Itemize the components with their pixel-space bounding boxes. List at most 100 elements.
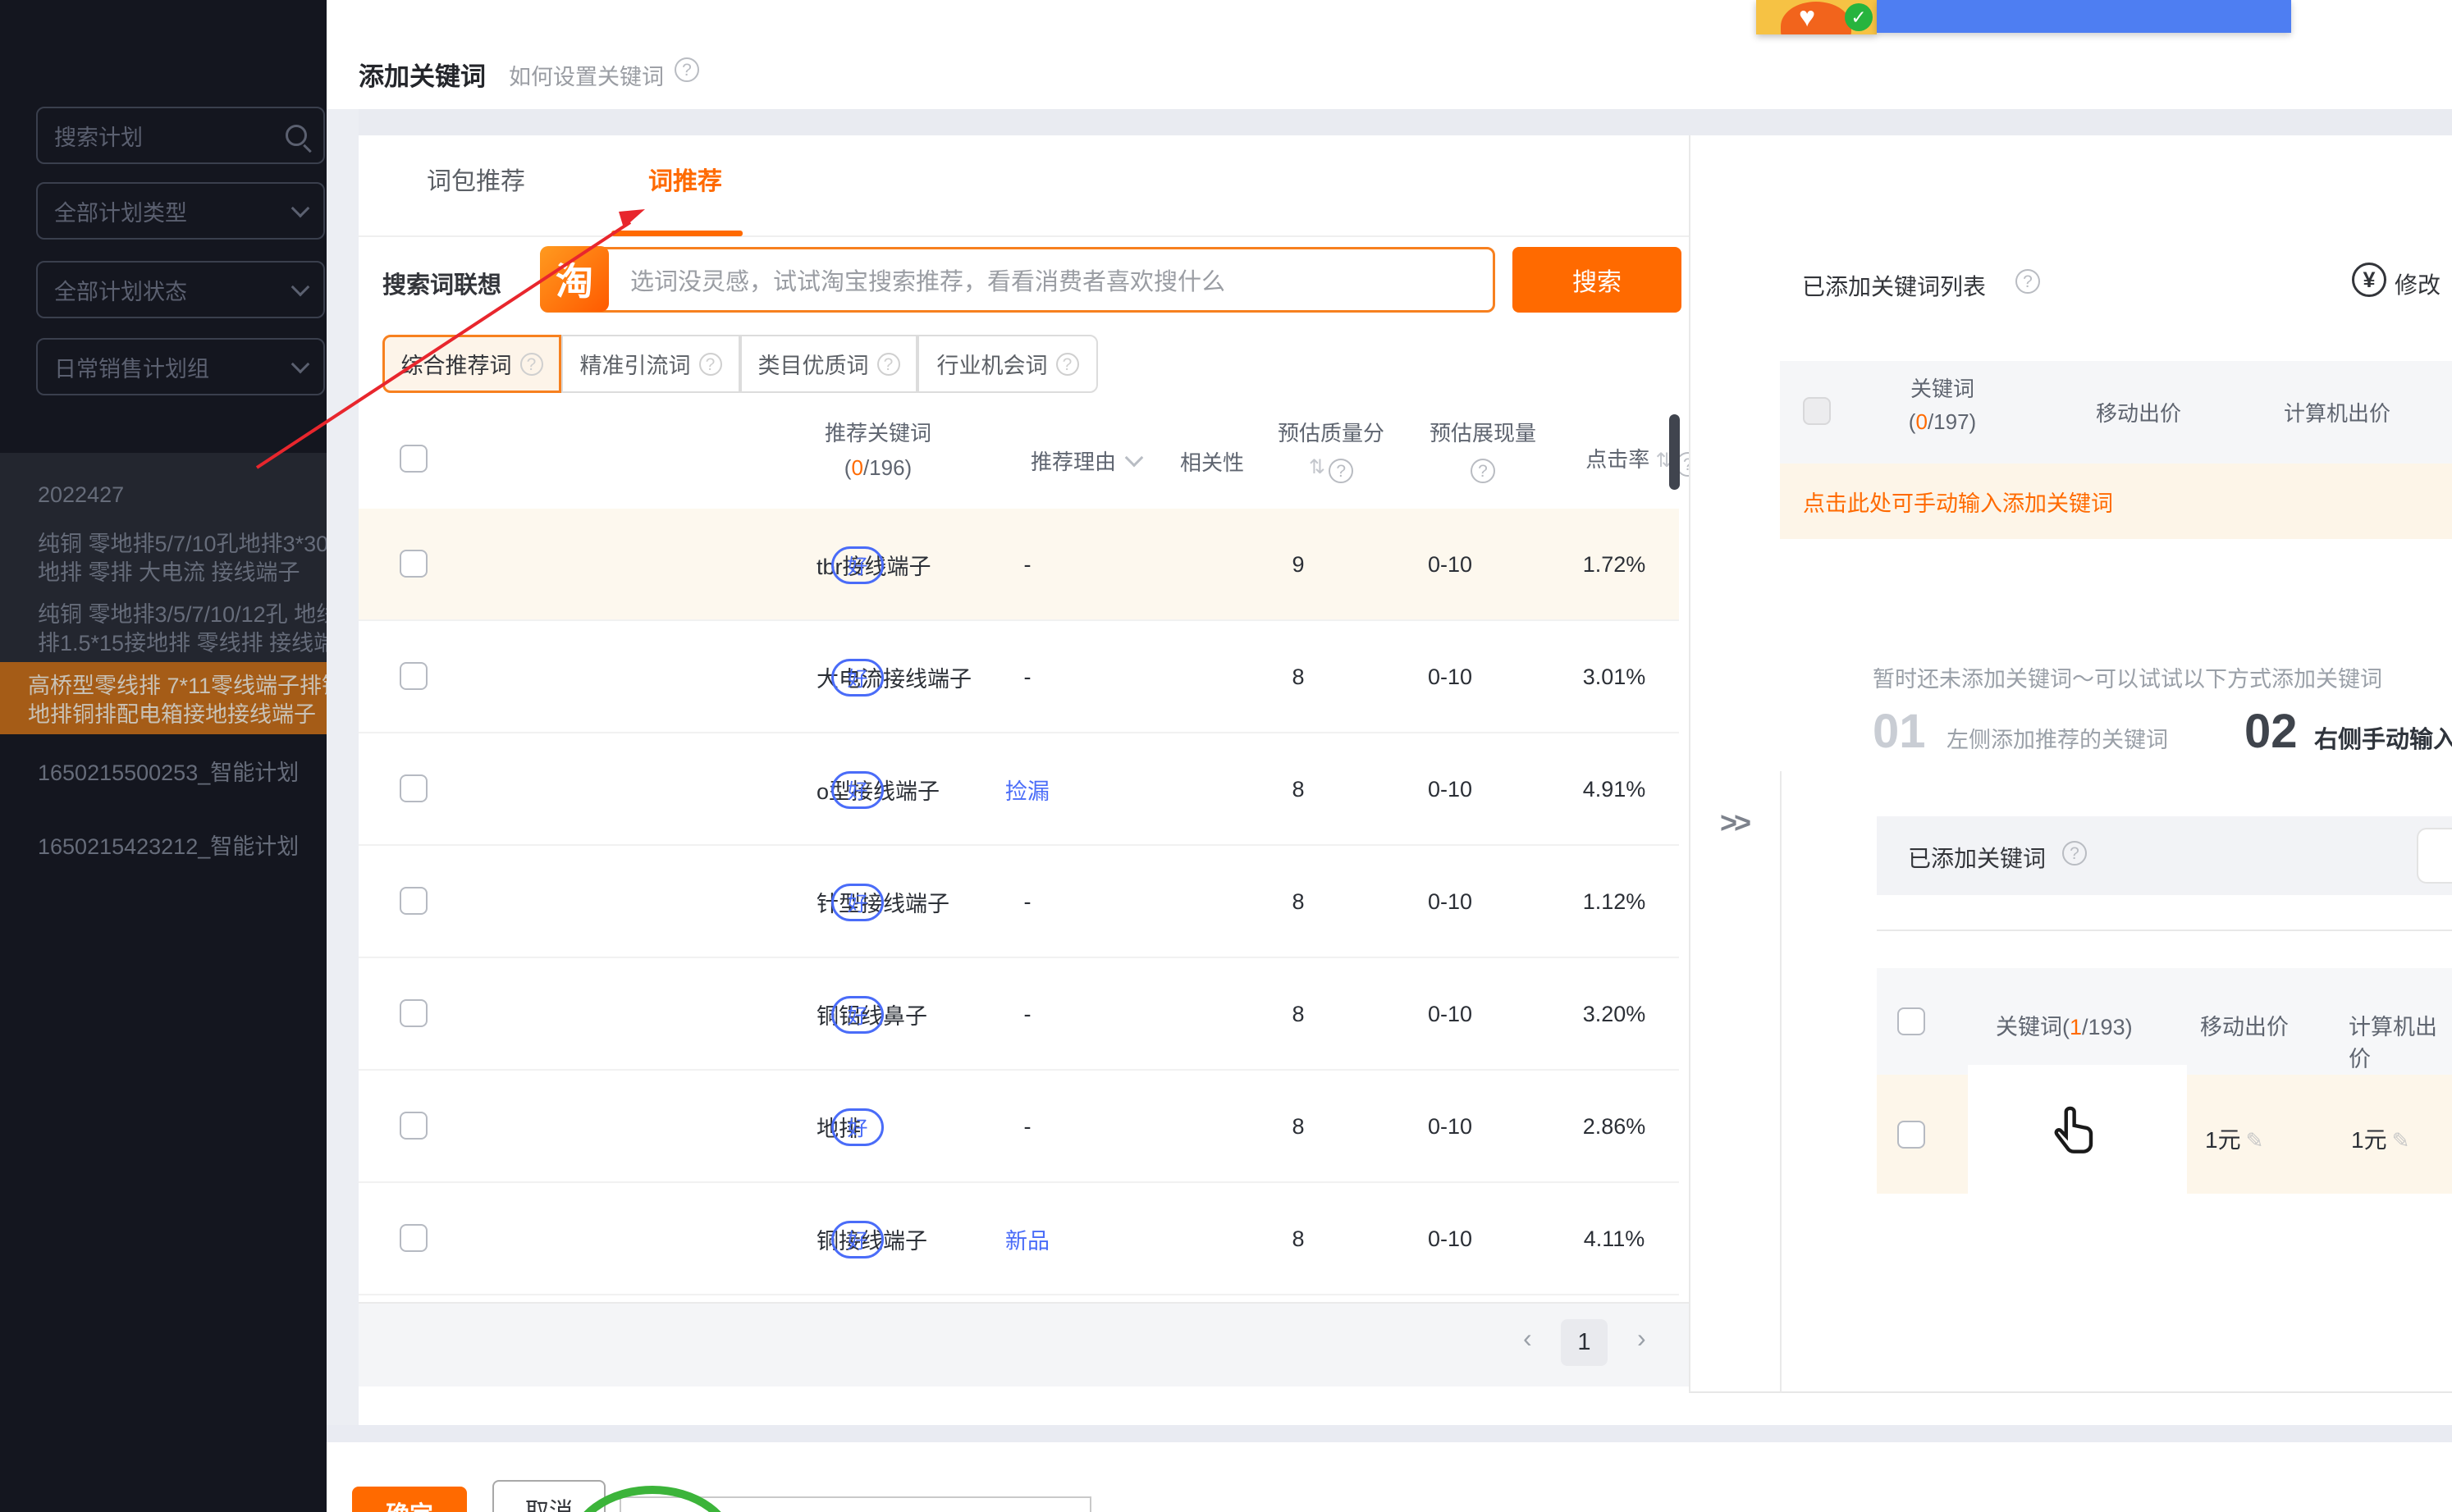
help-question-icon[interactable]: ? <box>675 57 699 82</box>
table-scrollbar-thumb[interactable] <box>1669 414 1680 490</box>
added-list-title: 已添加关键词列表 <box>1802 269 1986 302</box>
cell-impressions: 0-10 <box>1413 958 1487 1071</box>
cell-score: 8 <box>1265 958 1331 1071</box>
cell-reason-link[interactable]: 新品 <box>990 1183 1064 1295</box>
table-row[interactable]: 针型接线端子 - 好 8 0-10 1.12% 7.39% 1.94元 <box>359 846 1679 958</box>
cell-score: 8 <box>1265 733 1331 846</box>
question-icon: ? <box>699 353 722 376</box>
row-checkbox[interactable] <box>400 1224 428 1252</box>
sort-icon[interactable]: ⇅ <box>1309 456 1323 478</box>
question-icon[interactable]: ? <box>1329 459 1353 483</box>
select-all-checkbox[interactable] <box>400 445 428 473</box>
added-box-search-input[interactable] <box>2417 828 2452 884</box>
help-link[interactable]: 如何设置关键词 <box>509 59 664 91</box>
plan-list-item-selected[interactable]: 高桥型零线排 7*11零线端子排铜 地排铜排配电箱接地接线端子 <box>0 662 327 734</box>
keyword-cell-hover[interactable] <box>1968 1065 2187 1204</box>
table-row[interactable]: o型接线端子 捡漏 好 8 0-10 4.91% 8.33% 1.22元 <box>359 733 1679 846</box>
relevance-badge: 好 <box>831 546 884 584</box>
step1-label: 左侧添加推荐的关键词 <box>1947 722 2168 754</box>
row-checkbox[interactable] <box>1897 1121 1925 1149</box>
edit-pencil-icon[interactable]: ✎ <box>2392 1128 2410 1153</box>
cell-impressions: 0-10 <box>1413 509 1487 621</box>
select-all-checkbox[interactable] <box>1897 1007 1925 1035</box>
cancel-button[interactable]: 取消 <box>492 1480 606 1512</box>
relevance-badge: 好 <box>831 1108 884 1146</box>
yen-icon[interactable]: ¥ <box>2352 263 2386 297</box>
plan-search-placeholder: 搜索计划 <box>54 120 286 152</box>
cell-reason: - <box>990 846 1064 958</box>
cell-ctr: 2.86% <box>1565 1071 1663 1183</box>
cell-impressions: 0-10 <box>1413 1071 1487 1183</box>
extension-avatar[interactable]: ♥ ✓ <box>1756 0 1877 34</box>
row-checkbox[interactable] <box>400 550 428 578</box>
chevron-down-icon <box>291 199 310 218</box>
row-checkbox[interactable] <box>400 774 428 802</box>
plan-type-select[interactable]: 全部计划类型 <box>36 182 325 240</box>
col-mobile-bid: 移动出价 <box>2200 1009 2289 1041</box>
cell-reason-link[interactable]: 捡漏 <box>990 733 1064 846</box>
collapse-panel-button[interactable]: >> <box>1707 800 1761 846</box>
question-icon[interactable]: ? <box>1471 459 1495 483</box>
mobile-bid-value: 1元✎ <box>2205 1122 2263 1155</box>
confirm-button[interactable]: 确定 <box>352 1487 467 1512</box>
table-row[interactable]: tbr接线端子 - 好 9 0-10 1.72% 3.23% 1.83元 <box>359 509 1679 621</box>
row-checkbox[interactable] <box>400 662 428 690</box>
table-row[interactable]: 地排 - 好 8 0-10 2.86% 2.70% 1.89元 <box>359 1071 1679 1183</box>
chip-industry-opportunity[interactable]: 行业机会词? <box>917 335 1098 393</box>
modify-bid-link[interactable]: 修改 <box>2395 267 2452 300</box>
plan-list-item[interactable]: 2022427 <box>0 466 327 523</box>
reason-filter-dropdown[interactable]: 推荐理由 <box>1011 423 1160 497</box>
footer-divider-band <box>327 1425 2452 1442</box>
select-all-checkbox[interactable] <box>1803 397 1831 425</box>
table-row[interactable]: 铜接线端子 新品 好 8 0-10 4.11% 7.21% 2.12元 <box>359 1183 1679 1295</box>
row-checkbox[interactable] <box>400 887 428 915</box>
keyword-search-input[interactable]: 淘 选词没灵感，试试淘宝搜索推荐，看看消费者喜欢搜什么 <box>540 247 1495 313</box>
cell-reason: - <box>990 1071 1064 1183</box>
edit-pencil-icon[interactable]: ✎ <box>2246 1128 2264 1153</box>
cell-reason: - <box>990 958 1064 1071</box>
plan-search-input[interactable]: 搜索计划 <box>36 107 325 164</box>
plan-list-item[interactable]: 1650215500253_智能计划 <box>0 748 327 797</box>
plan-group-select[interactable]: 日常销售计划组 <box>36 338 325 395</box>
table-row[interactable]: 大电流接线端子 - 好 8 0-10 3.01% 2.99% 1.21元 <box>359 621 1679 733</box>
table-header: 推荐关键词 (0/196) 推荐理由 相关性 预估质量分 ⇅ ? 预估展现量 ?… <box>359 410 1679 509</box>
relevance-badge: 好 <box>831 1221 884 1258</box>
question-icon[interactable]: ? <box>2015 269 2040 294</box>
plan-list-item[interactable]: 纯铜 零地排3/5/7/10/12孔 地线排 排1.5*15接地排 零线排 接线… <box>0 594 327 662</box>
plan-list-item[interactable]: 纯铜 零地排5/7/10孔地排3*30排 地排 零排 大电流 接线端子 <box>0 523 327 594</box>
manual-add-row[interactable]: 点击此处可手动输入添加关键词 <box>1780 464 2452 539</box>
search-icon <box>286 125 307 146</box>
plan-status-select[interactable]: 全部计划状态 <box>36 261 325 318</box>
chip-comprehensive[interactable]: 综合推荐词? <box>382 335 561 393</box>
sort-icon[interactable]: ⇅ <box>1655 450 1669 472</box>
cell-reason: - <box>990 509 1064 621</box>
plan-list-item[interactable]: 1650215423212_智能计划 <box>0 822 327 871</box>
tab-word-package[interactable]: 词包推荐 <box>427 161 525 197</box>
prev-page-button[interactable]: ‹ <box>1523 1323 1532 1354</box>
cell-ctr: 1.12% <box>1565 846 1663 958</box>
question-icon: ? <box>520 353 543 376</box>
cell-reason: - <box>990 621 1064 733</box>
added-table-header: 关键词 (0/197) 移动出价 计算机出价 <box>1780 361 2452 464</box>
row-checkbox[interactable] <box>400 1112 428 1140</box>
search-button[interactable]: 搜索 <box>1512 247 1681 313</box>
next-page-button[interactable]: › <box>1637 1323 1646 1354</box>
search-association-label: 搜索词联想 <box>382 266 501 300</box>
table-row[interactable]: 铜铝线鼻子 - 好 8 0-10 3.20% 13.13% 1.45元 <box>359 958 1679 1071</box>
row-checkbox[interactable] <box>400 999 428 1027</box>
cell-ctr: 3.01% <box>1565 621 1663 733</box>
chip-precise-traffic[interactable]: 精准引流词? <box>561 335 740 393</box>
cell-ctr: 3.20% <box>1565 958 1663 1071</box>
cell-ctr: 4.11% <box>1565 1183 1663 1295</box>
extension-toolbar[interactable] <box>1877 0 2291 33</box>
chevron-down-icon <box>291 278 310 297</box>
question-icon[interactable]: ? <box>2062 841 2087 866</box>
manual-add-link[interactable]: 点击此处可手动输入添加关键词 <box>1803 486 2113 518</box>
tab-word-recommend[interactable]: 词推荐 <box>648 161 722 197</box>
header-divider-band <box>327 109 2452 135</box>
page-title: 添加关键词 <box>359 56 486 93</box>
current-page[interactable]: 1 <box>1561 1319 1608 1366</box>
chip-category-quality[interactable]: 类目优质词? <box>740 335 917 393</box>
plan-type-value: 全部计划类型 <box>54 195 294 227</box>
cell-impressions: 0-10 <box>1413 621 1487 733</box>
